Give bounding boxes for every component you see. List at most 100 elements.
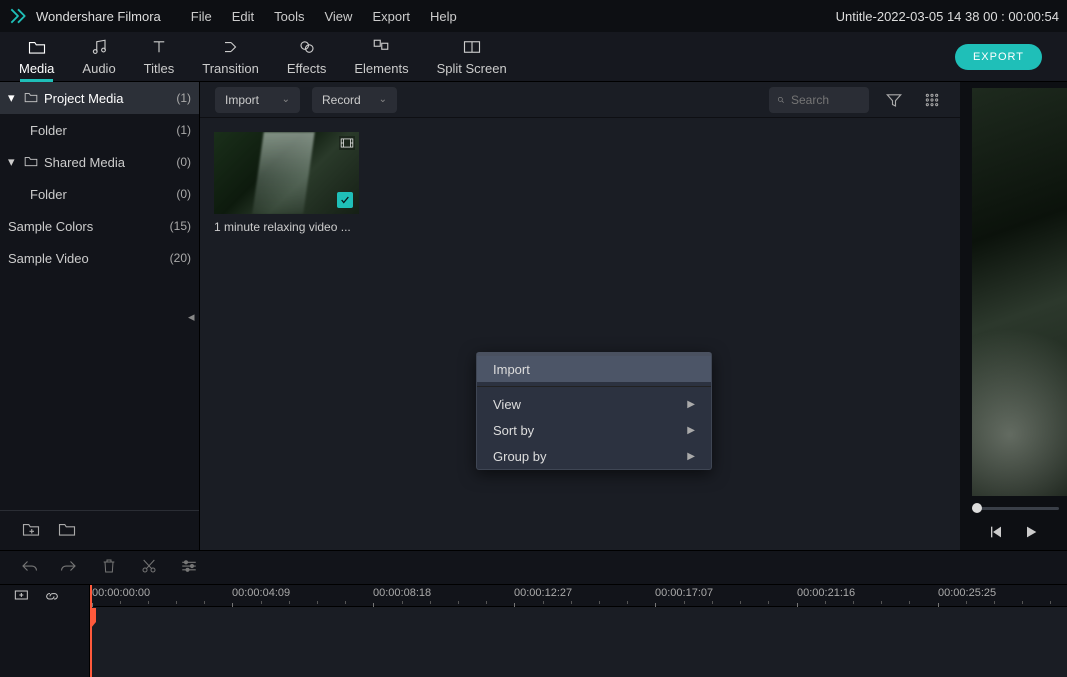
menu-help[interactable]: Help [430, 9, 457, 24]
ruler-tick: 00:00:08:18 [373, 587, 431, 599]
search-box[interactable] [769, 87, 869, 113]
tab-titles-label: Titles [144, 61, 175, 76]
tab-transition-label: Transition [202, 61, 259, 76]
tab-media[interactable]: Media [10, 32, 63, 82]
ctx-sortby-label: Sort by [493, 423, 534, 438]
ctx-view-label: View [493, 397, 521, 412]
search-icon [777, 93, 785, 107]
music-icon [90, 38, 108, 59]
link-icon[interactable] [44, 588, 60, 605]
tab-transition[interactable]: Transition [193, 32, 268, 82]
text-icon [150, 38, 168, 59]
grid-view-icon[interactable] [919, 87, 945, 113]
preview-slider[interactable] [972, 500, 1059, 516]
redo-icon[interactable] [60, 558, 78, 577]
tab-elements[interactable]: Elements [345, 32, 417, 82]
ctx-import-label: Import [493, 362, 530, 377]
tree-label: Folder [30, 187, 67, 202]
clip-thumbnail[interactable] [214, 132, 359, 214]
tab-effects[interactable]: Effects [278, 32, 336, 82]
ruler-tick: 00:00:21:16 [797, 587, 855, 599]
tab-splitscreen-label: Split Screen [437, 61, 507, 76]
open-folder-icon[interactable] [58, 521, 76, 540]
menu-export[interactable]: Export [372, 9, 410, 24]
play-icon[interactable] [1023, 524, 1039, 543]
record-dropdown-label: Record [322, 93, 361, 107]
ctx-sortby[interactable]: Sort by ▶ [477, 417, 711, 443]
ruler-tick: 00:00:25:25 [938, 587, 996, 599]
tab-titles[interactable]: Titles [135, 32, 184, 82]
prev-frame-icon[interactable] [989, 524, 1005, 543]
new-folder-icon[interactable] [22, 521, 40, 540]
submenu-arrow-icon: ▶ [687, 399, 695, 410]
clip-name: 1 minute relaxing video ... [214, 214, 359, 234]
menu-edit[interactable]: Edit [232, 9, 254, 24]
tab-audio-label: Audio [82, 61, 115, 76]
menu-file[interactable]: File [191, 9, 212, 24]
tab-audio[interactable]: Audio [73, 32, 124, 82]
tree-project-media[interactable]: ▾ Project Media (1) [0, 82, 199, 114]
import-dropdown-label: Import [225, 93, 259, 107]
document-title: Untitle-2022-03-05 14 38 00 : 00:00:54 [836, 0, 1059, 32]
effects-icon [298, 38, 316, 59]
filter-icon[interactable] [881, 87, 907, 113]
ruler-tick: 00:00:04:09 [232, 587, 290, 599]
ruler-tick: 00:00:00:00 [92, 587, 150, 599]
tree-folder-1[interactable]: Folder (1) [0, 114, 199, 146]
tree-sample-video[interactable]: Sample Video (20) [0, 242, 199, 274]
settings-icon[interactable] [180, 558, 198, 577]
caret-down-icon: ▾ [8, 90, 18, 106]
tree-count: (20) [170, 251, 191, 265]
chevron-down-icon: ⌄ [379, 94, 387, 105]
menu-tools[interactable]: Tools [274, 9, 304, 24]
tree-shared-media[interactable]: ▾ Shared Media (0) [0, 146, 199, 178]
app-logo-icon [8, 6, 28, 26]
add-track-icon[interactable] [14, 588, 30, 605]
tree-label: Sample Video [8, 251, 89, 266]
tab-effects-label: Effects [287, 61, 327, 76]
ctx-groupby-label: Group by [493, 449, 546, 464]
folder-icon [28, 38, 46, 59]
tree-folder-2[interactable]: Folder (0) [0, 178, 199, 210]
slider-knob[interactable] [972, 503, 982, 513]
timeline-ruler[interactable]: 00:00:00:00 00:00:04:09 00:00:08:18 00:0… [90, 585, 1067, 607]
undo-icon[interactable] [20, 558, 38, 577]
playhead-handle[interactable] [90, 607, 97, 637]
import-dropdown[interactable]: Import ⌄ [215, 87, 300, 113]
tree-count: (0) [176, 155, 191, 169]
search-input[interactable] [791, 93, 861, 107]
submenu-arrow-icon: ▶ [687, 451, 695, 462]
ctx-groupby[interactable]: Group by ▶ [477, 443, 711, 469]
main-menu: File Edit Tools View Export Help [191, 9, 457, 24]
media-tree: ▾ Project Media (1) Folder (1) ▾ Shared … [0, 82, 199, 510]
preview-viewport[interactable] [972, 88, 1067, 496]
submenu-arrow-icon: ▶ [687, 425, 695, 436]
ctx-view[interactable]: View ▶ [477, 391, 711, 417]
tree-sample-colors[interactable]: Sample Colors (15) [0, 210, 199, 242]
cut-icon[interactable] [140, 558, 158, 577]
timeline-tracks[interactable] [90, 607, 1067, 677]
collapse-sidebar-icon[interactable]: ◂ [188, 310, 200, 324]
splitscreen-icon [463, 38, 481, 59]
delete-icon[interactable] [100, 558, 118, 577]
video-type-icon [339, 136, 355, 150]
transition-icon [222, 38, 240, 59]
elements-icon [372, 38, 390, 59]
record-dropdown[interactable]: Record ⌄ [312, 87, 397, 113]
ruler-tick: 00:00:12:27 [514, 587, 572, 599]
ruler-tick: 00:00:17:07 [655, 587, 713, 599]
tab-media-label: Media [19, 61, 54, 76]
tree-label: Project Media [44, 91, 123, 106]
tree-label: Folder [30, 123, 67, 138]
tree-count: (0) [176, 187, 191, 201]
tab-elements-label: Elements [354, 61, 408, 76]
tab-splitscreen[interactable]: Split Screen [428, 32, 516, 82]
selected-check-icon [337, 192, 353, 208]
tree-count: (1) [176, 91, 191, 105]
ctx-import[interactable]: Import [477, 356, 711, 382]
export-button[interactable]: EXPORT [955, 44, 1042, 70]
menu-view[interactable]: View [324, 9, 352, 24]
media-clip[interactable]: 1 minute relaxing video ... [214, 132, 359, 234]
tree-count: (15) [170, 219, 191, 233]
chevron-down-icon: ⌄ [282, 94, 290, 105]
